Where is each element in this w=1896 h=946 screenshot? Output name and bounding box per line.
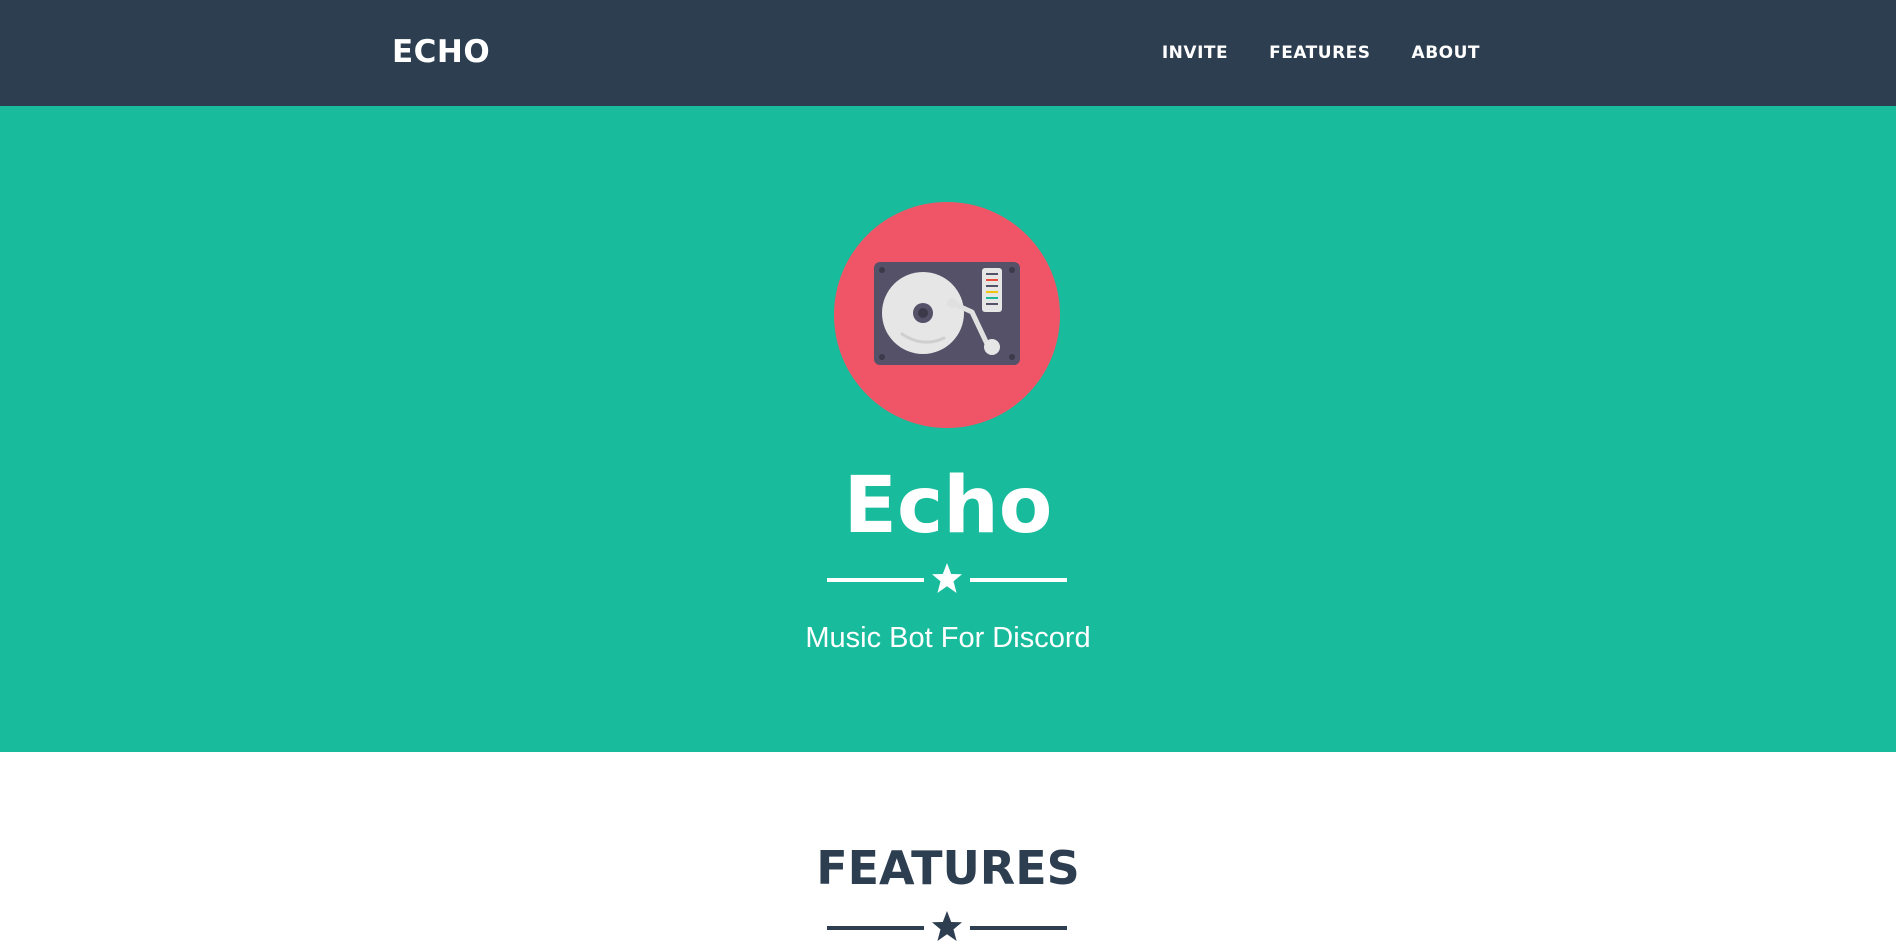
navbar: ECHO INVITE FEATURES ABOUT [0,0,1896,106]
nav-link-features[interactable]: FEATURES [1269,41,1370,65]
divider-line-right [970,926,1067,930]
hero-subtitle: Music Bot For Discord [805,622,1091,654]
turntable-icon [834,202,1060,428]
features-title: FEATURES [816,841,1080,895]
hero-divider [827,562,1067,598]
brand-link[interactable]: ECHO [392,30,490,74]
features-divider [827,910,1067,946]
nav-links: INVITE FEATURES ABOUT [1121,0,1480,106]
star-icon [932,911,962,941]
divider-line-right [970,578,1067,582]
nav-link-about[interactable]: ABOUT [1412,41,1480,65]
star-icon [932,563,962,593]
nav-link-invite[interactable]: INVITE [1162,41,1228,65]
divider-line-left [827,926,924,930]
divider-line-left [827,578,924,582]
hero-title: Echo [843,461,1053,551]
hero-section: Echo Music Bot For Discord [0,106,1896,752]
